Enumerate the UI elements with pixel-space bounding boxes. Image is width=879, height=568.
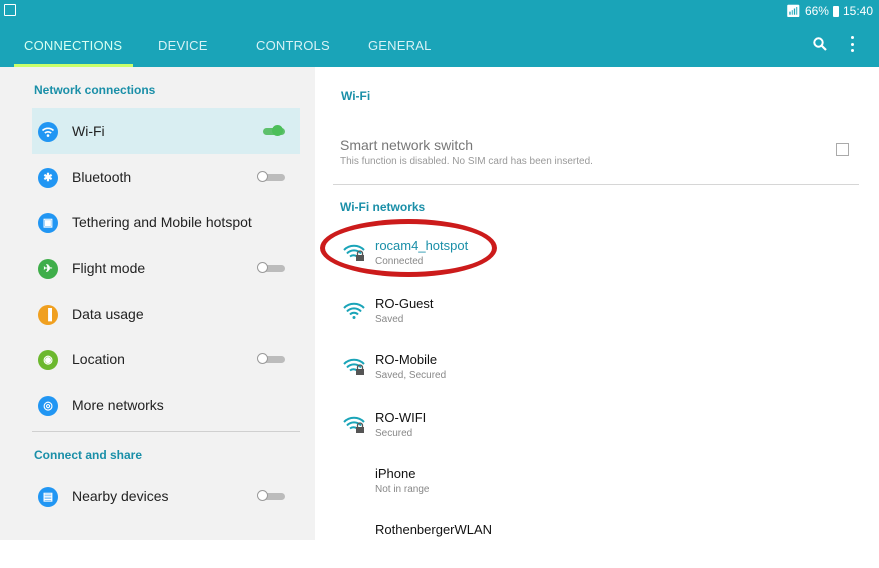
wifi-networks-heading: Wi-Fi networks [340, 200, 426, 214]
sidebar-item-label: Wi-Fi [72, 123, 105, 139]
tab-general[interactable]: GENERAL [368, 38, 432, 53]
sidebar-item-tethering[interactable]: ▣ Tethering and Mobile hotspot [32, 199, 300, 245]
more-networks-icon: ◎ [38, 396, 58, 416]
location-icon: ◉ [38, 350, 58, 370]
more-options-icon[interactable] [849, 36, 855, 52]
sidebar-item-location[interactable]: ◉ Location [32, 336, 300, 382]
wifi-network-item[interactable]: RO-Guest Saved [333, 292, 833, 342]
wifi-icon [38, 122, 58, 142]
location-toggle[interactable] [257, 353, 287, 365]
sidebar-item-wifi[interactable]: Wi-Fi [32, 108, 300, 154]
wifi-secured-icon [343, 416, 365, 433]
battery-percent: 66% [804, 4, 829, 18]
section-network-connections: Network connections [34, 83, 156, 97]
gallery-notification-icon [4, 4, 16, 16]
smart-network-switch-title: Smart network switch [340, 137, 474, 153]
network-status: Saved [375, 314, 404, 325]
smart-network-switch-checkbox[interactable] [836, 143, 849, 156]
section-connect-and-share: Connect and share [34, 448, 143, 462]
wifi-icon [343, 302, 365, 319]
tab-connections[interactable]: CONNECTIONS [24, 38, 122, 53]
clock: 15:40 [842, 4, 873, 18]
battery-icon [832, 5, 839, 17]
wifi-toggle[interactable] [257, 125, 287, 137]
sidebar-item-label: Nearby devices [72, 488, 169, 504]
bluetooth-toggle[interactable] [257, 171, 287, 183]
sidebar-item-label: Bluetooth [72, 169, 132, 185]
status-bar: 📶︎ 66% 15:40 [0, 0, 879, 24]
network-name: RO-WIFI [375, 410, 427, 425]
highlight-ellipse [320, 219, 497, 277]
tab-device[interactable]: DEVICE [158, 38, 208, 53]
wifi-status-icon: 📶︎ [785, 4, 801, 18]
section-divider [32, 431, 300, 432]
nearby-devices-toggle[interactable] [257, 490, 287, 502]
network-status: Secured [375, 428, 413, 439]
flight-icon: ✈ [38, 259, 58, 279]
sidebar-item-label: Location [72, 351, 125, 367]
wifi-network-item[interactable]: RO-WIFI Secured [333, 406, 833, 456]
network-name: RothenbergerWLAN [375, 522, 493, 537]
network-name: iPhone [375, 466, 416, 481]
smart-network-switch-desc: This function is disabled. No SIM card h… [340, 156, 593, 167]
sidebar-item-nearby-devices[interactable]: ▤ Nearby devices [32, 473, 300, 519]
bluetooth-icon: ✱ [38, 168, 58, 188]
sidebar-item-label: Data usage [72, 306, 144, 322]
flight-mode-toggle[interactable] [257, 262, 287, 274]
nearby-devices-icon: ▤ [38, 487, 58, 507]
status-indicators: 📶︎ 66% 15:40 [786, 4, 873, 18]
sidebar-item-label: Flight mode [72, 260, 146, 276]
wifi-network-item[interactable]: RO-Mobile Saved, Secured [333, 348, 833, 398]
search-icon[interactable] [813, 37, 827, 51]
tab-controls[interactable]: CONTROLS [256, 38, 330, 53]
network-name: RO-Guest [375, 296, 434, 311]
wifi-network-item[interactable]: iPhone Not in range [333, 462, 833, 512]
network-name: RO-Mobile [375, 352, 438, 367]
network-status: Saved, Secured [375, 370, 447, 381]
sidebar-item-data-usage[interactable]: ▐ Data usage [32, 291, 300, 337]
hotspot-icon: ▣ [38, 213, 58, 233]
wifi-network-item[interactable]: RothenbergerWLAN [333, 518, 833, 568]
network-status: Not in range [375, 484, 430, 495]
sidebar-item-flight-mode[interactable]: ✈ Flight mode [32, 245, 300, 291]
section-divider [333, 184, 859, 185]
wifi-heading: Wi-Fi [341, 89, 371, 103]
sidebar-item-more-networks[interactable]: ◎ More networks [32, 382, 300, 428]
sidebar-item-bluetooth[interactable]: ✱ Bluetooth [32, 154, 300, 200]
data-usage-icon: ▐ [38, 305, 58, 325]
wifi-secured-icon [343, 358, 365, 375]
sidebar-item-label: More networks [72, 397, 164, 413]
settings-tab-bar: CONNECTIONS DEVICE CONTROLS GENERAL [0, 24, 879, 67]
sidebar-item-label: Tethering and Mobile hotspot [72, 214, 252, 230]
